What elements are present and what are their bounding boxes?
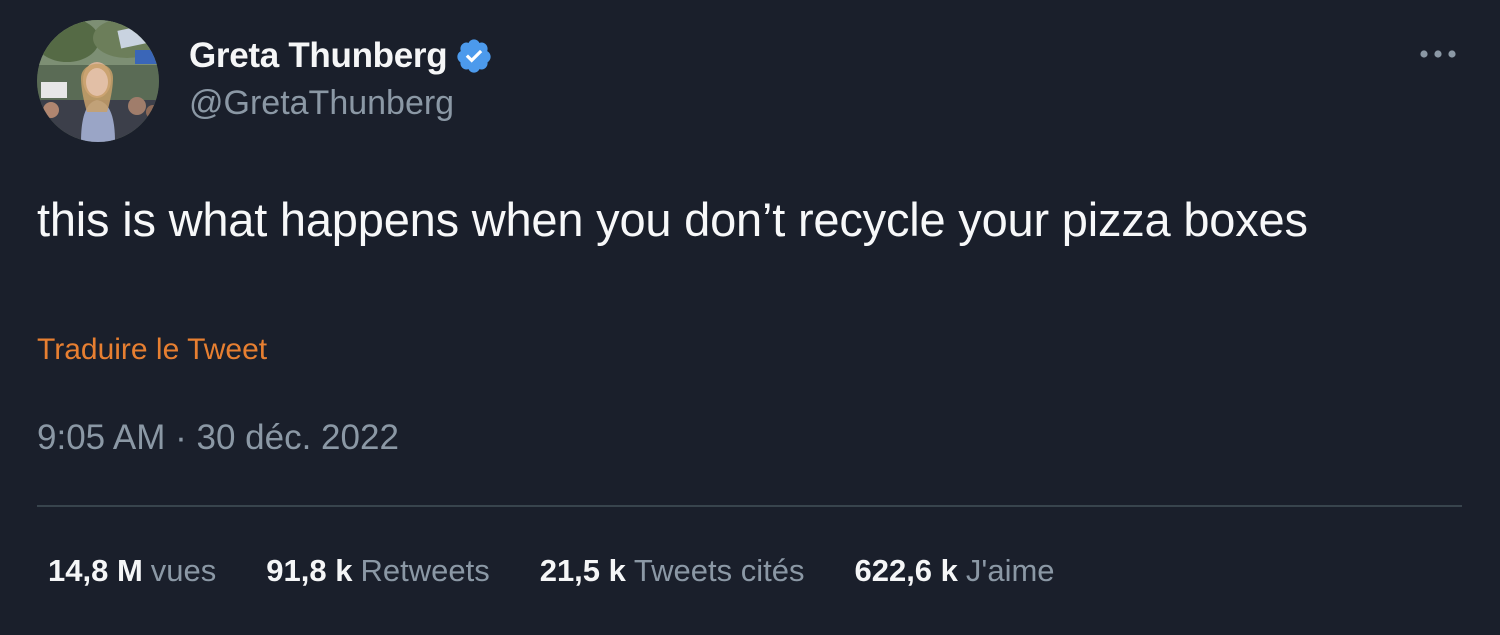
quote-tweets-stat[interactable]: 21,5 k Tweets cités (540, 553, 805, 589)
translate-tweet-link[interactable]: Traduire le Tweet (37, 333, 267, 367)
avatar[interactable] (37, 20, 159, 142)
verified-badge-icon (455, 37, 493, 75)
retweets-count: 91,8 k (266, 553, 353, 588)
author-display-name[interactable]: Greta Thunberg (189, 36, 448, 76)
tweet-card: Greta Thunberg @GretaThunberg this is wh… (0, 0, 1500, 635)
tweet-text: this is what happens when you don’t recy… (37, 193, 1308, 246)
retweets-stat[interactable]: 91,8 k Retweets (266, 553, 489, 589)
tweet-timestamp[interactable]: 9:05 AM · 30 déc. 2022 (37, 418, 399, 458)
avatar-photo (37, 20, 159, 142)
views-label: vues (150, 553, 217, 588)
divider (37, 505, 1462, 507)
author-name-row: Greta Thunberg (189, 34, 493, 78)
quote-tweets-count: 21,5 k (539, 553, 626, 588)
likes-count: 622,6 k (854, 553, 958, 588)
likes-stat[interactable]: 622,6 k J'aime (854, 553, 1054, 589)
quote-tweets-label: Tweets cités (633, 553, 805, 588)
author-handle[interactable]: @GretaThunberg (189, 84, 493, 123)
engagement-stats: 14,8 M vues 91,8 k Retweets 21,5 k Tweet… (48, 553, 1055, 589)
more-options-icon (1420, 50, 1456, 58)
author-block: Greta Thunberg @GretaThunberg (189, 34, 493, 123)
retweets-label: Retweets (360, 553, 490, 588)
more-options-button[interactable] (1414, 34, 1462, 74)
views-count: 14,8 M (48, 553, 143, 588)
likes-label: J'aime (965, 553, 1055, 588)
views-stat[interactable]: 14,8 M vues (48, 553, 216, 589)
